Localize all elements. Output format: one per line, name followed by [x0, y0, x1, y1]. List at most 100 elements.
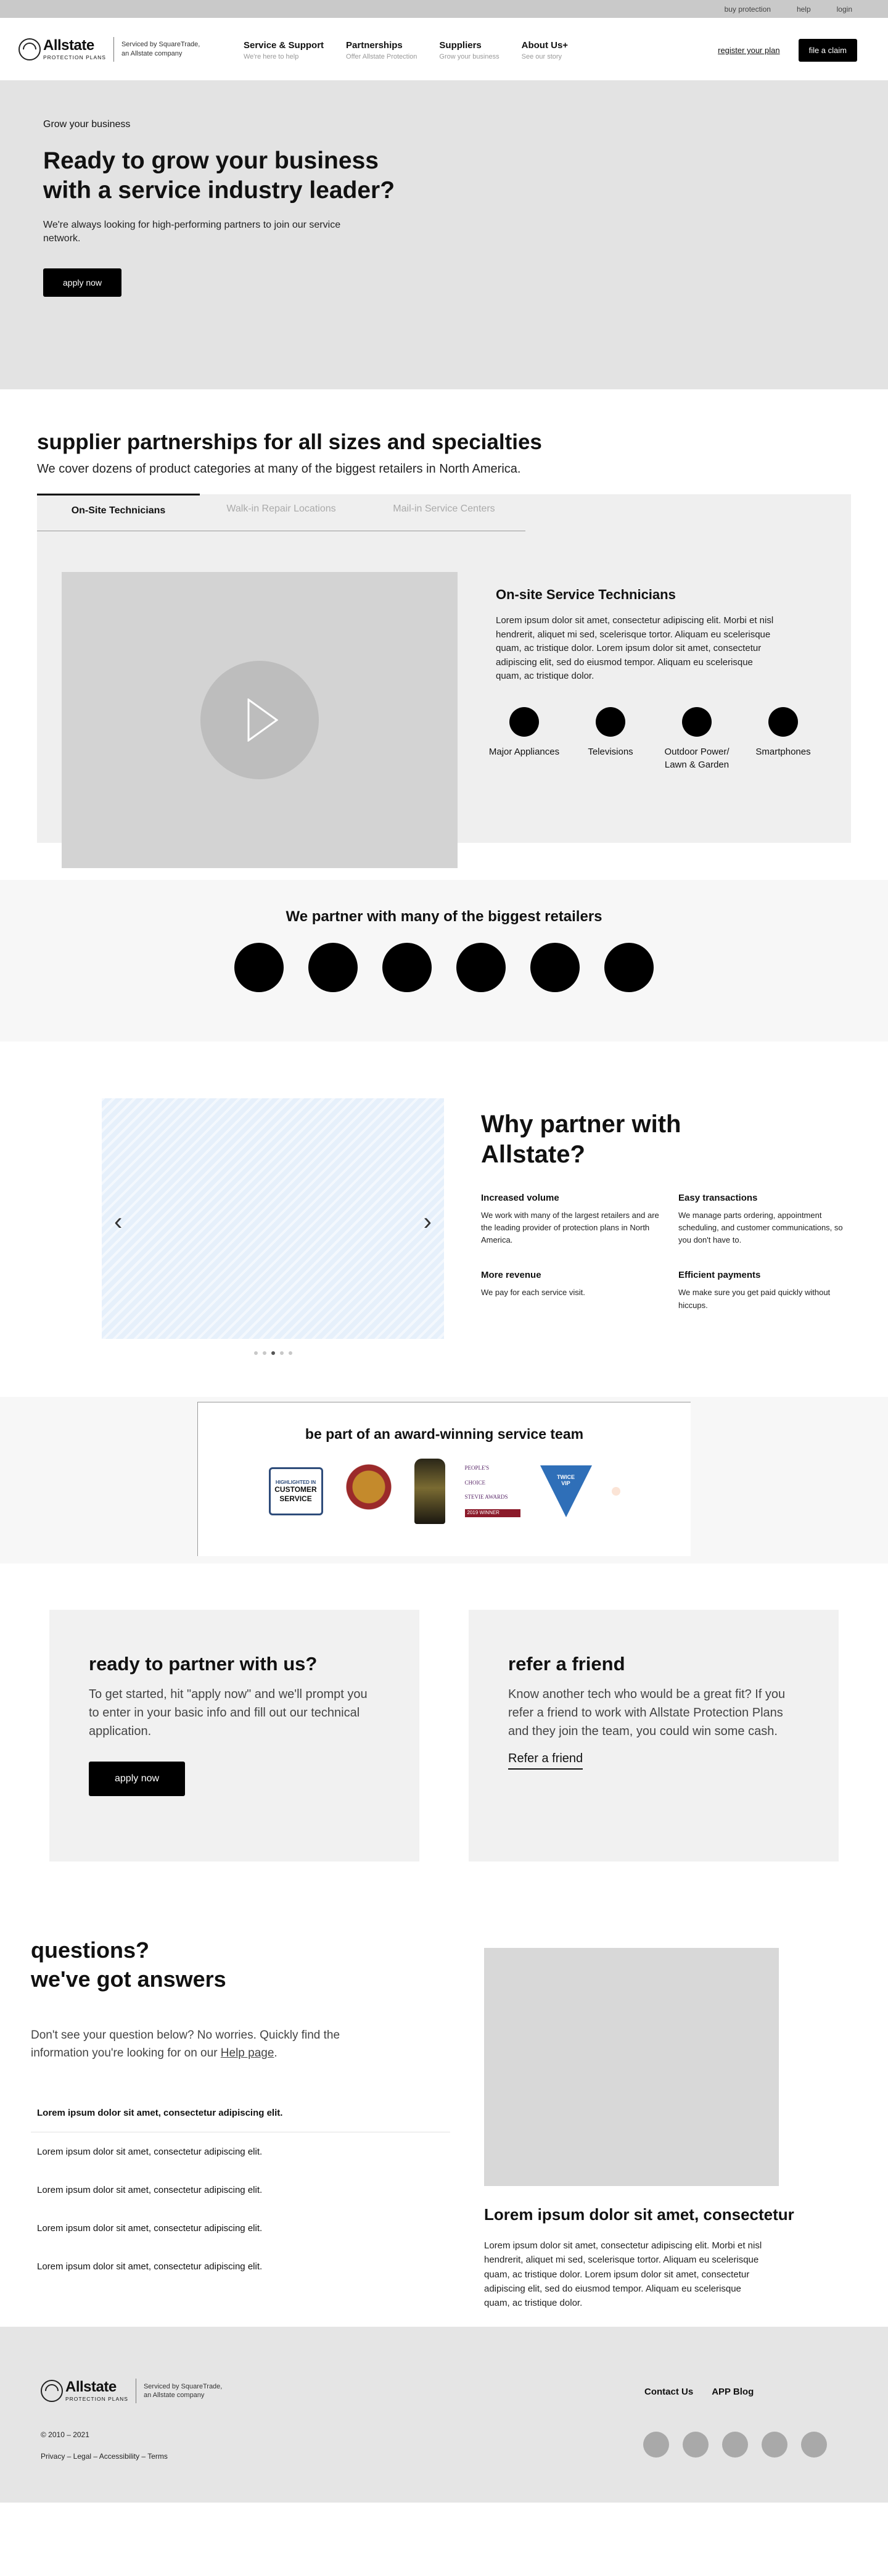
- faq-question[interactable]: Lorem ipsum dolor sit amet, consectetur …: [31, 2209, 450, 2247]
- carousel-dot[interactable]: [279, 1351, 284, 1355]
- faq-question[interactable]: Lorem ipsum dolor sit amet, consectetur …: [31, 2094, 450, 2132]
- contact-us-link[interactable]: Contact Us: [644, 2387, 693, 2397]
- brand[interactable]: Allstate PROTECTION PLANS Serviced by Sq…: [18, 36, 208, 62]
- nav-title: Partnerships: [346, 40, 403, 51]
- awards-title-prefix: be part of an: [305, 1426, 395, 1442]
- nav-service-support[interactable]: Service & Support We're here to help: [244, 40, 324, 60]
- faq-card-text: Lorem ipsum dolor sit amet, consectetur …: [484, 2240, 762, 2308]
- category-label: Major Appliances: [488, 747, 560, 757]
- carousel-next-icon[interactable]: ›: [424, 1209, 432, 1234]
- file-claim-button[interactable]: file a claim: [798, 39, 857, 62]
- retailer-logo: [234, 943, 284, 992]
- carousel-dot[interactable]: [253, 1351, 258, 1355]
- nav-about-us[interactable]: About Us+ See our story: [522, 40, 568, 60]
- tab-walk-in-repair[interactable]: Walk-in Repair Locations: [200, 494, 363, 531]
- stevie-line3: STEVIE AWARDS: [464, 1494, 508, 1501]
- carousel-dot[interactable]: [262, 1351, 266, 1355]
- nav-subtitle: See our story: [521, 53, 562, 60]
- hero-title: Ready to grow your business with a servi…: [43, 147, 395, 204]
- refer-friend-link[interactable]: Refer a friend: [508, 1752, 583, 1770]
- tab-mail-in-service[interactable]: Mail-in Service Centers: [363, 494, 525, 531]
- nav-partnerships[interactable]: Partnerships Offer Allstate Protection: [346, 40, 417, 60]
- copyright: © 2010 – 2021: [41, 2430, 89, 2439]
- social-icon[interactable]: [722, 2432, 748, 2458]
- footer-brand[interactable]: Allstate PROTECTION PLANS Serviced by Sq…: [41, 2379, 230, 2403]
- allstate-logo[interactable]: Allstate PROTECTION PLANS: [18, 38, 106, 60]
- faq-image-placeholder: [484, 1948, 779, 2186]
- serviced-by-text: Serviced by SquareTrade, an Allstate com…: [121, 41, 200, 57]
- retailer-logo: [456, 943, 506, 992]
- category-televisions: Televisions: [567, 707, 654, 771]
- feature-title: Easy transactions: [678, 1193, 758, 1203]
- category-major-appliances: Major Appliances: [481, 707, 567, 771]
- supplier-tabs: On-Site Technicians Walk-in Repair Locat…: [37, 494, 525, 531]
- register-plan-link[interactable]: register your plan: [718, 46, 779, 55]
- help-page-link[interactable]: Help page: [221, 2047, 274, 2060]
- logo-name: Allstate: [65, 2379, 117, 2396]
- refer-card: refer a friend Know another tech who wou…: [469, 1610, 839, 1862]
- retailers-section: We partner with many of the biggest reta…: [0, 880, 888, 1042]
- nav-subtitle: Offer Allstate Protection: [346, 53, 417, 60]
- tab-on-site-technicians[interactable]: On-Site Technicians: [37, 494, 200, 531]
- social-icon[interactable]: [762, 2432, 787, 2458]
- feature-text: We pay for each service visit.: [481, 1288, 585, 1298]
- suppliers-title-bold: all sizes and specialties: [298, 430, 542, 454]
- carousel-prev-icon[interactable]: ‹: [114, 1209, 122, 1234]
- feature-text: We make sure you get paid quickly withou…: [678, 1288, 831, 1310]
- partner-card-text: To get started, hit "apply now" and we'l…: [89, 1688, 368, 1738]
- award-badges: HIGHLIGHTED IN CUSTOMER SERVICE PEOPLE'S…: [198, 1459, 691, 1524]
- nav-subtitle: We're here to help: [244, 53, 299, 60]
- social-icon[interactable]: [683, 2432, 709, 2458]
- medal-award-badge: [342, 1464, 395, 1518]
- cta-section: ready to partner with us? To get started…: [0, 1563, 888, 1884]
- faq-question[interactable]: Lorem ipsum dolor sit amet, consectetur …: [31, 2247, 450, 2285]
- play-button[interactable]: [200, 661, 319, 779]
- faq-question[interactable]: Lorem ipsum dolor sit amet, consectetur …: [31, 2171, 450, 2209]
- social-icon[interactable]: [801, 2432, 827, 2458]
- allstate-hands-icon: [18, 38, 41, 60]
- login-link[interactable]: login: [837, 5, 852, 14]
- category-label: Outdoor Power/ Lawn & Garden: [664, 747, 730, 770]
- faq-title: questions? we've got answers: [31, 1936, 226, 1994]
- partner-apply-button[interactable]: apply now: [89, 1762, 186, 1796]
- retailer-logos: [0, 943, 888, 992]
- customer-service-award-badge: HIGHLIGHTED IN CUSTOMER SERVICE: [268, 1467, 323, 1515]
- supplier-partnerships-section: supplier partnerships for all sizes and …: [0, 389, 888, 880]
- image-carousel[interactable]: ‹ ›: [102, 1098, 444, 1339]
- category-list: Major Appliances Televisions Outdoor Pow…: [481, 707, 826, 771]
- logo-sub: PROTECTION PLANS: [43, 54, 106, 60]
- hero-apply-button[interactable]: apply now: [43, 268, 122, 297]
- legal-links[interactable]: Privacy – Legal – Accessibility – Terms: [41, 2452, 168, 2461]
- awards-section: be part of an award-winning service team…: [0, 1397, 888, 1563]
- carousel-dot-active[interactable]: [271, 1351, 275, 1355]
- feature-title: More revenue: [481, 1270, 541, 1281]
- awards-title-bold: award-winning service team: [394, 1426, 584, 1442]
- help-link[interactable]: help: [797, 5, 811, 14]
- category-outdoor-power: Outdoor Power/ Lawn & Garden: [654, 707, 740, 771]
- nav-title: Service & Support: [244, 40, 324, 51]
- refer-card-title: refer a friend: [508, 1653, 625, 1675]
- buy-protection-link[interactable]: buy protection: [725, 5, 771, 14]
- feature-text: We work with many of the largest retaile…: [481, 1211, 659, 1245]
- play-icon: [247, 698, 278, 742]
- badge-main-text: CUSTOMER SERVICE: [274, 1485, 317, 1503]
- tab-panel: On-site Service Technicians Lorem ipsum …: [37, 494, 851, 868]
- nav-suppliers[interactable]: Suppliers Grow your business: [439, 40, 499, 60]
- faq-card-title: Lorem ipsum dolor sit amet, consectetur: [484, 2205, 794, 2224]
- faq-description: Don't see your question below? No worrie…: [31, 2026, 352, 2063]
- feature-efficient-payments: Efficient payments We make sure you get …: [678, 1270, 863, 1311]
- app-blog-link[interactable]: APP Blog: [712, 2387, 754, 2397]
- faq-title-line1: questions?: [31, 1937, 150, 1963]
- allstate-logo[interactable]: Allstate PROTECTION PLANS: [41, 2380, 128, 2402]
- twice-vip-award-badge: TWICE VIP: [540, 1465, 592, 1517]
- social-icon[interactable]: [643, 2432, 669, 2458]
- category-label: Smartphones: [755, 747, 811, 757]
- faq-question[interactable]: Lorem ipsum dolor sit amet, consectetur …: [31, 2132, 450, 2171]
- category-label: Televisions: [588, 747, 633, 757]
- video-player[interactable]: [62, 572, 458, 868]
- nav-title: About Us+: [521, 40, 569, 51]
- header-actions: register your plan file a claim: [718, 39, 857, 62]
- retailer-logo: [604, 943, 654, 992]
- stevie-line2: CHOICE: [464, 1479, 486, 1486]
- carousel-dot[interactable]: [288, 1351, 292, 1355]
